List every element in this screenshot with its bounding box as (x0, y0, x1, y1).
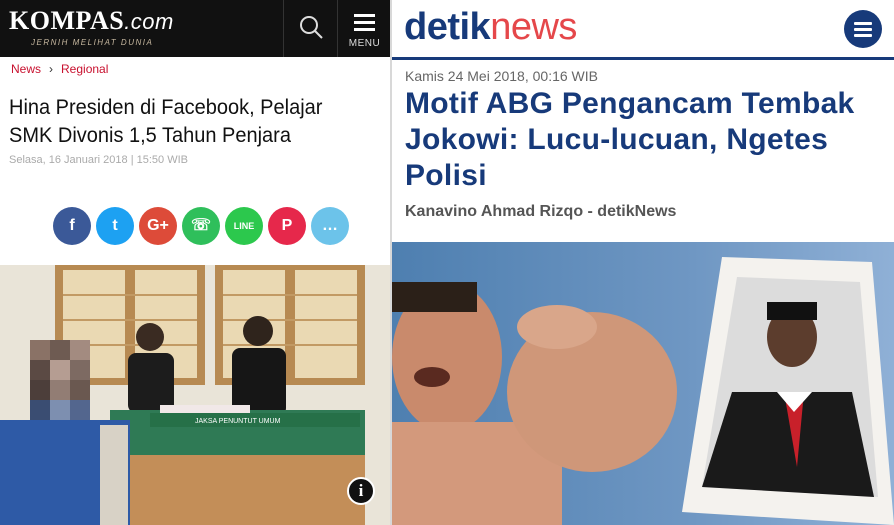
detik-article-photo (392, 242, 894, 525)
menu-label: MENU (348, 38, 381, 49)
search-button[interactable] (283, 0, 338, 57)
info-icon: i (358, 481, 364, 500)
comment-icon[interactable]: … (311, 207, 349, 245)
search-icon (300, 16, 323, 39)
detik-article-date: Kamis 24 Mei 2018, 00:16 WIB (405, 68, 598, 84)
detik-menu-button[interactable] (844, 10, 882, 48)
google-plus-icon[interactable]: G+ (139, 207, 177, 245)
hamburger-icon (854, 22, 872, 25)
detik-panel: detiknews Kamis 24 Mei 2018, 00:16 WIB M… (392, 0, 894, 525)
twitter-icon[interactable]: t (96, 207, 134, 245)
kompas-tagline: JERNIH MELIHAT DUNIA (31, 38, 154, 47)
pinterest-icon[interactable]: P (268, 207, 306, 245)
info-button[interactable]: i (347, 477, 375, 505)
facebook-icon[interactable]: f (53, 207, 91, 245)
detik-header: detiknews (392, 0, 894, 60)
detik-logo[interactable]: detiknews (404, 6, 577, 49)
detik-article-author: Kanavino Ahmad Rizqo - detikNews (405, 203, 677, 220)
detik-article-title: Motif ABG Pengancam Tembak Jokowi: Lucu-… (405, 87, 855, 192)
kompas-logo[interactable]: KOMPAS.com (9, 6, 174, 36)
hamburger-icon (354, 14, 375, 35)
kompas-header: KOMPAS.com JERNIH MELIHAT DUNIA MENU (0, 0, 390, 57)
photo-sign-text: JAKSA PENUNTUT UMUM (195, 418, 281, 425)
line-icon[interactable]: LINE (225, 207, 263, 245)
whatsapp-icon[interactable]: ☏ (182, 207, 220, 245)
breadcrumb-news[interactable]: News (11, 62, 41, 76)
article-title: Hina Presiden di Facebook, Pelajar SMK D… (9, 95, 323, 147)
menu-button[interactable]: MENU (337, 0, 390, 57)
article-photo: JAKSA PENUNTUT UMUM i (0, 265, 390, 525)
breadcrumb: News › Regional (11, 62, 108, 76)
kompas-panel: KOMPAS.com JERNIH MELIHAT DUNIA MENU New… (0, 0, 390, 525)
breadcrumb-separator: › (49, 62, 54, 76)
article-date: Selasa, 16 Januari 2018 | 15:50 WIB (9, 154, 188, 166)
breadcrumb-regional[interactable]: Regional (61, 62, 108, 76)
